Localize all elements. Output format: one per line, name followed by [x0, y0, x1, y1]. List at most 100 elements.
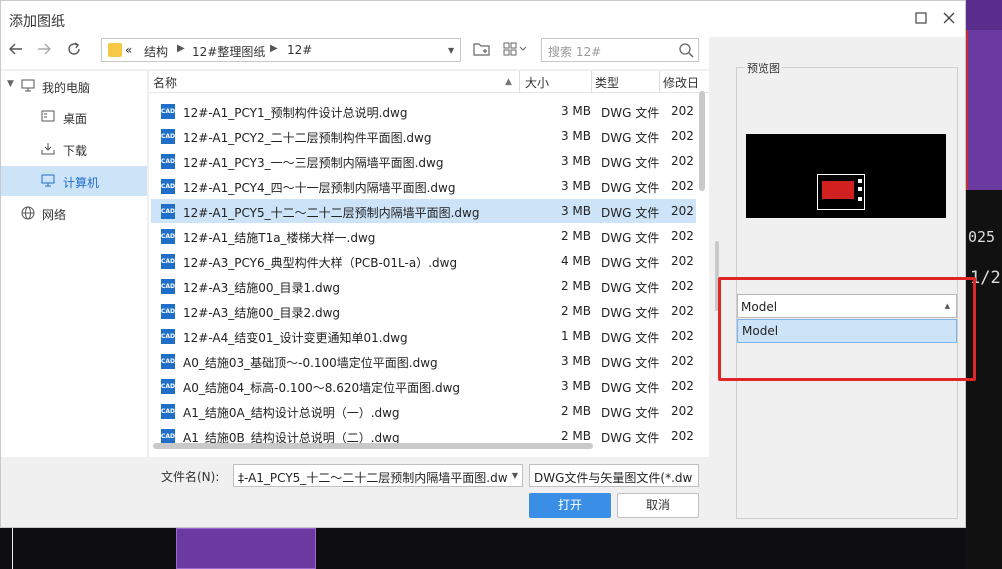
column-header-name[interactable]: 名称: [153, 74, 177, 91]
file-type: DWG 文件: [601, 231, 660, 245]
breadcrumb-item[interactable]: 12#整理图纸: [192, 43, 265, 60]
filetype-value: DWG文件与矢量图文件(*.dw: [534, 471, 693, 485]
table-row[interactable]: CAD 12#-A3_PCY6_典型构件大样（PCB-01L-a）.dwg 4 MB…: [151, 249, 696, 273]
tree-item-network[interactable]: 网络: [1, 198, 147, 228]
chevron-down-icon[interactable]: ▼: [448, 46, 454, 55]
table-row[interactable]: CAD A0_结施04_标高-0.100～8.620墙定位平面图.dwg 3 MB D…: [151, 374, 696, 398]
preview-drawing-sheet: [817, 174, 865, 210]
file-size: 1 MB: [560, 329, 591, 343]
cad-file-icon: CAD: [161, 204, 175, 219]
cad-file-icon: CAD: [161, 254, 175, 269]
tree-item-computer[interactable]: 计算机: [1, 166, 147, 196]
cad-file-icon: CAD: [161, 279, 175, 294]
cad-file-icon: CAD: [161, 129, 175, 144]
bg-dimension-text: 025: [968, 228, 996, 246]
table-row[interactable]: CAD 12#-A1_结施T1a_楼梯大样一.dwg 2 MB DWG 文件 202: [151, 224, 696, 248]
file-name: 12#-A4_结变01_设计变更通知单01.dwg: [183, 331, 408, 345]
file-size: 3 MB: [560, 104, 591, 118]
filename-value: ‡-A1_PCY5_十二～二十二层预制内隔墙平面图.dwg: [238, 471, 508, 485]
table-row[interactable]: CAD 12#-A3_结施00_目录1.dwg 2 MB DWG 文件 202: [151, 274, 696, 298]
table-row[interactable]: CAD A1_结施0A_结构设计总说明（一）.dwg 2 MB DWG 文件 202: [151, 399, 696, 423]
preview-drawing-mark: [858, 187, 862, 191]
file-date: 202: [671, 279, 694, 293]
file-type: DWG 文件: [601, 306, 660, 320]
table-row[interactable]: CAD 12#-A4_结变01_设计变更通知单01.dwg 1 MB DWG 文件 20…: [151, 324, 696, 348]
new-folder-button[interactable]: [471, 41, 493, 63]
forward-button[interactable]: [33, 41, 55, 63]
file-size: 2 MB: [560, 304, 591, 318]
table-row[interactable]: CAD 12#-A3_结施00_目录2.dwg 2 MB DWG 文件 202: [151, 299, 696, 323]
table-row[interactable]: CAD 12#-A1_PCY5_十二～二十二层预制内隔墙平面图.dwg 3 MB DW…: [151, 199, 696, 223]
navigation-bar: « 结构 ▶ 12#整理图纸 ▶ 12# ▼ 搜索 12#: [1, 37, 709, 69]
scroll-thumb[interactable]: [153, 443, 593, 449]
maximize-icon: [915, 12, 927, 24]
file-size: 4 MB: [560, 254, 591, 268]
breadcrumb-item[interactable]: 结构: [144, 43, 168, 60]
breadcrumb-item[interactable]: 12#: [287, 43, 312, 57]
table-row[interactable]: CAD 12#-A1_PCY1_预制构件设计总说明.dwg 3 MB DWG 文件 20…: [151, 99, 696, 123]
file-size: 3 MB: [560, 204, 591, 218]
table-row[interactable]: CAD 12#-A1_PCY2_二十二层预制构件平面图.dwg 3 MB DWG 文件…: [151, 124, 696, 148]
tree-item-my-computer[interactable]: ▼ 我的电脑: [1, 71, 147, 101]
file-date: 202: [671, 104, 694, 118]
cad-file-icon: CAD: [161, 154, 175, 169]
tree-item-label: 桌面: [63, 112, 88, 126]
scroll-thumb[interactable]: [699, 91, 705, 191]
grid-view-icon: [503, 42, 527, 56]
filename-input[interactable]: ‡-A1_PCY5_十二～二十二层预制内隔墙平面图.dwg ▼: [233, 464, 523, 487]
back-button[interactable]: [5, 41, 27, 63]
tree-item-downloads[interactable]: 下载: [1, 134, 147, 164]
column-header-date[interactable]: 修改日: [663, 74, 699, 91]
filetype-select[interactable]: DWG文件与矢量图文件(*.dw: [529, 464, 699, 487]
cad-file-icon: CAD: [161, 179, 175, 194]
file-type: DWG 文件: [601, 256, 660, 270]
file-size: 3 MB: [560, 354, 591, 368]
maximize-button[interactable]: [909, 7, 933, 31]
arrow-right-icon: [38, 43, 51, 55]
table-row[interactable]: CAD A0_结施03_基础顶～-0.100墙定位平面图.dwg 3 MB DWG 文…: [151, 349, 696, 373]
computer-icon: [41, 174, 55, 188]
cancel-button[interactable]: 取消: [617, 493, 699, 518]
computer-icon: [21, 79, 35, 93]
column-header-type[interactable]: 类型: [595, 74, 619, 91]
address-overflow[interactable]: «: [125, 43, 132, 57]
file-name: A0_结施04_标高-0.100～8.620墙定位平面图.dwg: [183, 381, 461, 395]
file-date: 202: [671, 229, 694, 243]
refresh-button[interactable]: [63, 41, 85, 63]
tree-item-label: 网络: [42, 208, 67, 222]
sort-up-icon: ▲: [505, 77, 512, 87]
horizontal-scrollbar[interactable]: [151, 443, 699, 451]
file-size: 3 MB: [560, 154, 591, 168]
file-type: DWG 文件: [601, 331, 660, 345]
tree-item-desktop[interactable]: 桌面: [1, 102, 147, 132]
bg-drawing-area: [176, 528, 316, 569]
file-date: 202: [671, 254, 694, 268]
chevron-down-icon[interactable]: ▼: [512, 471, 518, 480]
column-header-size[interactable]: 大小: [525, 74, 549, 91]
view-mode-button[interactable]: [501, 41, 531, 63]
vertical-scrollbar[interactable]: [697, 91, 707, 451]
search-input[interactable]: 搜索 12#: [541, 38, 699, 62]
file-size: 2 MB: [560, 404, 591, 418]
file-size: 2 MB: [560, 429, 591, 443]
chevron-right-icon[interactable]: ▶: [270, 43, 278, 54]
search-icon[interactable]: [678, 42, 694, 58]
new-folder-icon: [473, 43, 490, 56]
file-size: 3 MB: [560, 379, 591, 393]
file-type: DWG 文件: [601, 281, 660, 295]
address-bar[interactable]: « 结构 ▶ 12#整理图纸 ▶ 12# ▼: [101, 38, 461, 62]
file-date: 202: [671, 129, 694, 143]
cad-file-icon: CAD: [161, 379, 175, 394]
file-name: A1_结施0A_结构设计总说明（一）.dwg: [183, 406, 400, 420]
preview-label: 预览图: [745, 60, 782, 76]
file-type: DWG 文件: [601, 206, 660, 220]
table-row[interactable]: CAD 12#-A1_PCY4_四～十一层预制内隔墙平面图.dwg 3 MB DWG …: [151, 174, 696, 198]
file-size: 3 MB: [560, 129, 591, 143]
open-button[interactable]: 打开: [529, 493, 611, 518]
chevron-down-icon[interactable]: ▼: [7, 79, 14, 89]
table-row[interactable]: CAD 12#-A1_PCY3_一～三层预制内隔墙平面图.dwg 3 MB DWG 文…: [151, 149, 696, 173]
close-button[interactable]: [937, 7, 961, 31]
file-type: DWG 文件: [601, 131, 660, 145]
chevron-right-icon[interactable]: ▶: [177, 43, 185, 54]
cad-file-icon: CAD: [161, 404, 175, 419]
